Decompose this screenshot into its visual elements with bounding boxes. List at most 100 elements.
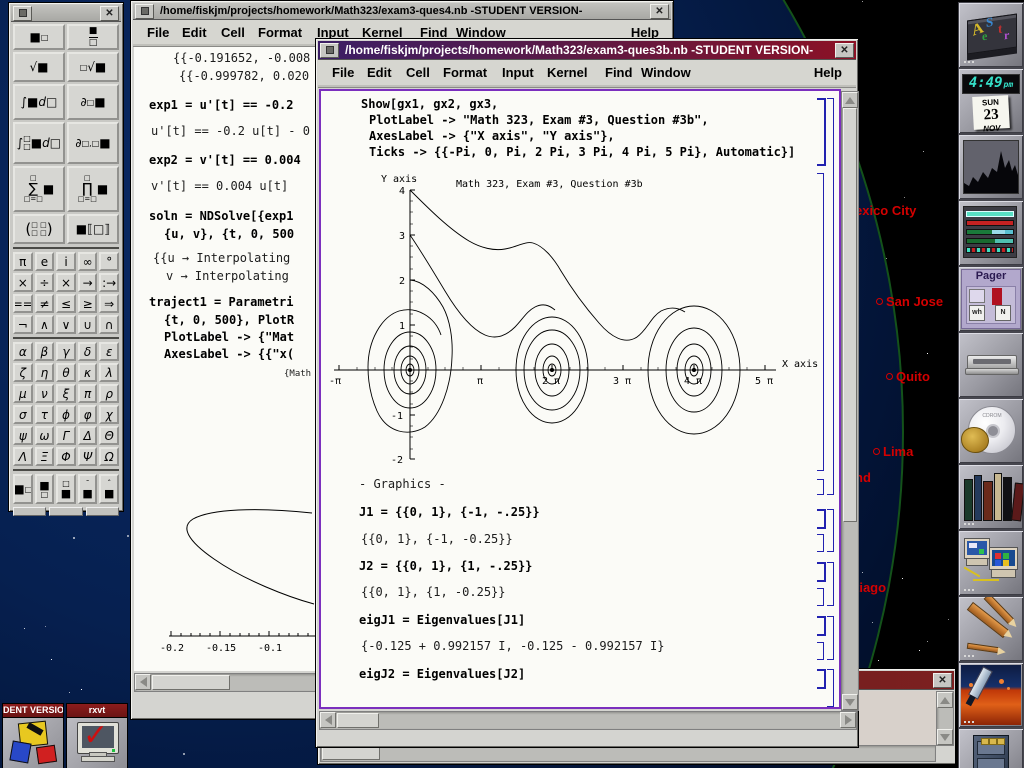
result-line[interactable]: - Graphics - [359, 477, 446, 491]
cell-bracket[interactable] [817, 642, 824, 660]
dock-tile-tray[interactable] [958, 332, 1024, 398]
code-line[interactable]: soln = NDSolve[{exp1 [149, 209, 294, 223]
cell-bracket[interactable] [817, 98, 826, 166]
palette-button[interactable]: ¬ [13, 315, 33, 334]
code-line[interactable]: {u, v}, {t, 0, 500 [164, 227, 294, 241]
palette-button[interactable]: κ [78, 363, 98, 382]
palette-titlebar[interactable]: ✕ [11, 5, 121, 22]
menu-item[interactable]: Input [502, 65, 534, 80]
code-line[interactable]: exp1 = u'[t] == -0.2 [149, 98, 294, 112]
scroll-left-arrow[interactable] [135, 674, 151, 690]
menu-item[interactable]: Format [258, 25, 302, 40]
code-line[interactable]: traject1 = Parametri [149, 295, 294, 309]
palette-button[interactable]: ψ [13, 426, 33, 445]
menu-item-help[interactable]: Help [814, 65, 842, 80]
menu-item[interactable]: Window [641, 65, 691, 80]
code-line[interactable]: PlotLabel -> "Math 323, Exam #3, Questio… [369, 113, 709, 127]
palette-button[interactable]: ρ [99, 384, 119, 403]
palette-button[interactable]: ∩ [99, 315, 119, 334]
iconify-button[interactable] [320, 43, 339, 58]
dock-tile-afterstep[interactable]: A S t e r [958, 2, 1024, 68]
palette-button[interactable]: η [35, 363, 55, 382]
palette-button[interactable]: ≥ [78, 294, 98, 313]
palette-button[interactable]: ν [35, 384, 55, 403]
palette-button[interactable]: ∂□,□ ■ [67, 122, 119, 164]
palette-button[interactable]: φ [78, 405, 98, 424]
palette-button[interactable]: α [13, 342, 33, 361]
cell-group-bracket[interactable] [827, 562, 834, 606]
palette-button[interactable]: ■⟦□⟧ [67, 214, 119, 244]
notebook-content[interactable]: Show[gx1, gx2, gx3,PlotLabel -> "Math 32… [319, 89, 841, 709]
scrollbar-thumb[interactable] [322, 747, 380, 760]
palette-button[interactable]: ⇒ [99, 294, 119, 313]
dock-tile-meters[interactable] [958, 200, 1024, 266]
scroll-up-arrow[interactable] [937, 692, 953, 708]
palette-button[interactable]: × [13, 273, 33, 292]
dock-tile-paint[interactable] [958, 662, 1024, 728]
code-line[interactable]: {{u → Interpolating [153, 251, 290, 265]
scroll-down-arrow[interactable] [842, 694, 858, 710]
dock-tile-network[interactable] [958, 530, 1024, 596]
palette-button[interactable]: → [78, 273, 98, 292]
palette-button[interactable]: γ [56, 342, 76, 361]
result-line[interactable]: {{0, 1}, {1, -0.25}} [361, 585, 506, 599]
palette-button[interactable]: ε [99, 342, 119, 361]
pager-mini-window[interactable]: wh [969, 305, 985, 321]
palette-button[interactable]: μ [13, 384, 33, 403]
dock-tile-load-monitor[interactable] [958, 134, 1024, 200]
palette-button[interactable]: □∑□=□ ■ [13, 166, 65, 212]
palette-button[interactable]: ζ [13, 363, 33, 382]
icon-student-version[interactable]: DENT VERSION [2, 703, 64, 768]
close-icon[interactable]: ✕ [933, 673, 952, 688]
pager-active-cell[interactable] [992, 288, 1002, 305]
palette-button[interactable]: (□ □□ □) [13, 214, 65, 244]
palette-button[interactable]: ≠ [35, 294, 55, 313]
titlebar[interactable]: /home/fiskjm/projects/homework/Math323/e… [318, 41, 856, 60]
palette-button[interactable]: ∧ [35, 315, 55, 334]
vertical-scrollbar[interactable] [936, 691, 954, 746]
palette-button[interactable]: Θ [99, 426, 119, 445]
menu-item[interactable]: Format [443, 65, 487, 80]
palette-button[interactable]: ■□ [13, 474, 33, 504]
code-line[interactable]: u'[t] == -0.2 u[t] - 0 [151, 124, 310, 138]
palette-button[interactable]: Δ [78, 426, 98, 445]
dock-tile-clock[interactable]: 4:49pm SUN 23 NOV [958, 68, 1024, 134]
iconify-button[interactable] [135, 4, 154, 19]
menu-item[interactable]: Kernel [547, 65, 587, 80]
code-line[interactable]: {{-0.191652, -0.008 [173, 51, 310, 65]
result-line[interactable]: J2 = {{0, 1}, {1, -.25}} [359, 559, 532, 573]
scrollbar-thumb[interactable] [152, 675, 230, 690]
palette-button[interactable]: ° [99, 252, 119, 271]
cell-group-bracket[interactable] [827, 98, 834, 495]
palette-button[interactable]: ∫□□■d□ [13, 122, 65, 164]
code-line[interactable]: AxesLabel -> {"X axis", "Y axis"}, [369, 129, 615, 143]
cell-bracket[interactable] [817, 616, 826, 636]
palette-button[interactable]: Ω [99, 447, 119, 466]
cell-bracket[interactable] [817, 669, 826, 689]
palette-button[interactable]: τ [35, 405, 55, 424]
palette-button[interactable]: ˆ■ [99, 474, 119, 504]
palette-button[interactable]: Ψ [78, 447, 98, 466]
cell-bracket[interactable] [817, 509, 826, 529]
result-line[interactable]: {{0, 1}, {-1, -0.25}} [361, 532, 513, 546]
code-line[interactable]: PlotLabel -> {"Mat [164, 330, 294, 344]
menu-item[interactable]: Find [605, 65, 632, 80]
palette-button[interactable]: × [56, 273, 76, 292]
palette-button[interactable]: □∏□=□ ■ [67, 166, 119, 212]
palette-button[interactable]: ∪ [78, 315, 98, 334]
dock-tile-filemanager[interactable] [958, 728, 1024, 768]
iconify-button[interactable] [13, 6, 32, 21]
close-icon[interactable]: ✕ [835, 43, 854, 58]
palette-button[interactable]: ■□ [67, 24, 119, 50]
cell-bracket[interactable] [817, 588, 824, 606]
palette-button[interactable]: σ [13, 405, 33, 424]
menu-item[interactable]: Cell [221, 25, 245, 40]
palette-button[interactable]: i [56, 252, 76, 271]
palette-button[interactable]: ∫■d□ [13, 84, 65, 120]
menu-item[interactable]: File [147, 25, 169, 40]
result-line[interactable]: {-0.125 + 0.992157 I, -0.125 - 0.992157 … [361, 639, 664, 653]
palette-button[interactable]: ˉ■ [78, 474, 98, 504]
palette-button[interactable]: π [78, 384, 98, 403]
close-icon[interactable]: ✕ [100, 6, 119, 21]
palette-button[interactable]: e [35, 252, 55, 271]
